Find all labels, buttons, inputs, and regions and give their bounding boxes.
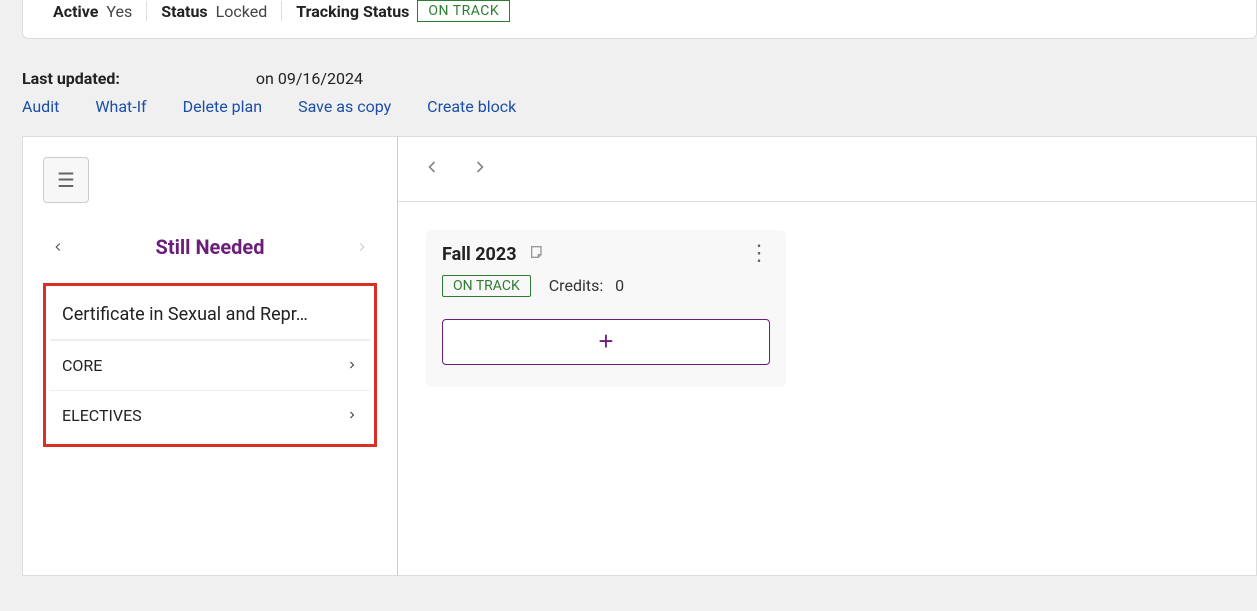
last-updated-user-redacted xyxy=(120,71,252,89)
divider xyxy=(281,1,282,21)
term-status-badge: ON TRACK xyxy=(442,275,531,297)
program-title: Certificate in Sexual and Repr… xyxy=(50,290,370,340)
save-as-copy-link[interactable]: Save as copy xyxy=(298,97,391,116)
status-field: Status Locked xyxy=(161,2,267,21)
active-value: Yes xyxy=(106,2,132,21)
plan-actions: Audit What-If Delete plan Save as copy C… xyxy=(22,97,1257,116)
sidebar-menu-button[interactable]: ☰ xyxy=(43,157,89,203)
chevron-left-icon xyxy=(51,240,65,254)
tracking-field: Tracking Status ON TRACK xyxy=(296,0,510,22)
hamburger-icon: ☰ xyxy=(57,168,75,192)
requirement-label: ELECTIVES xyxy=(62,406,142,425)
plan-summary-banner: Active Yes Status Locked Tracking Status… xyxy=(22,0,1257,39)
chevron-right-icon xyxy=(346,355,358,376)
note-icon[interactable] xyxy=(529,244,545,264)
requirement-item-core[interactable]: CORE xyxy=(50,340,370,390)
sidebar-nav: Still Needed xyxy=(43,231,377,263)
last-updated-on: on xyxy=(252,69,278,88)
create-block-link[interactable]: Create block xyxy=(427,97,516,116)
tracking-status-label: Tracking Status xyxy=(296,2,409,21)
sidebar-panel: ☰ Still Needed Certificate in Sexual and… xyxy=(22,136,398,576)
tracking-status-badge: ON TRACK xyxy=(417,0,510,22)
term-credits: Credits: 0 xyxy=(549,276,624,295)
audit-link[interactable]: Audit xyxy=(22,97,59,116)
whatif-link[interactable]: What-If xyxy=(95,97,146,116)
requirement-item-electives[interactable]: ELECTIVES xyxy=(50,390,370,440)
sidebar-prev-button[interactable] xyxy=(47,231,69,263)
chevron-right-icon xyxy=(470,157,490,177)
last-updated-line: Last updated: on 09/16/2024 xyxy=(22,69,1257,89)
credits-label: Credits: xyxy=(549,276,603,295)
sidebar-title: Still Needed xyxy=(156,235,265,259)
term-prev-button[interactable] xyxy=(422,155,442,183)
plus-icon: + xyxy=(598,326,613,357)
chevron-right-icon xyxy=(346,405,358,426)
requirement-label: CORE xyxy=(62,356,102,375)
kebab-icon: ⋮ xyxy=(748,241,770,266)
chevron-right-icon xyxy=(355,240,369,254)
status-label: Status xyxy=(161,2,207,21)
requirements-highlight-box: Certificate in Sexual and Repr… CORE ELE… xyxy=(43,283,377,447)
add-course-button[interactable]: + xyxy=(442,319,770,365)
term-next-button[interactable] xyxy=(470,155,490,183)
term-nav xyxy=(398,137,1256,202)
term-menu-button[interactable]: ⋮ xyxy=(748,250,770,259)
status-value: Locked xyxy=(216,2,268,21)
divider xyxy=(146,1,147,21)
active-label: Active xyxy=(53,2,98,21)
last-updated-date: 09/16/2024 xyxy=(278,69,363,88)
sidebar-next-button xyxy=(351,231,373,263)
credits-value: 0 xyxy=(615,276,624,295)
delete-plan-link[interactable]: Delete plan xyxy=(183,97,262,116)
chevron-left-icon xyxy=(422,157,442,177)
active-field: Active Yes xyxy=(53,2,132,21)
last-updated-label: Last updated: xyxy=(22,69,120,88)
term-title: Fall 2023 xyxy=(442,244,517,265)
term-card: Fall 2023 ⋮ ON TRACK Credits: 0 xyxy=(426,230,786,387)
main-panel: Fall 2023 ⋮ ON TRACK Credits: 0 xyxy=(398,136,1257,576)
